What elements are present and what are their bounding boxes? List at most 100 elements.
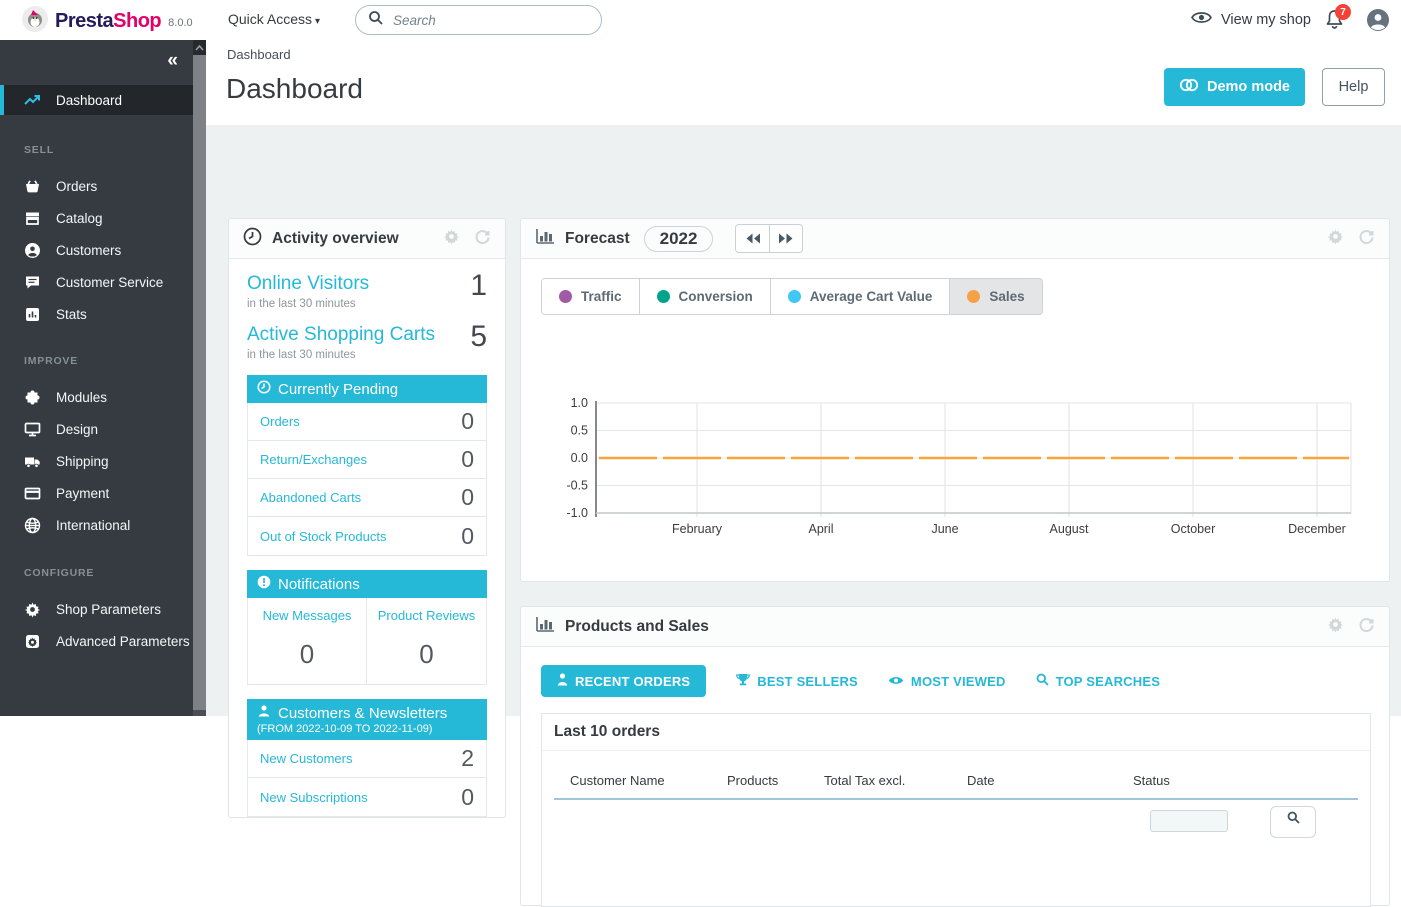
new-customers-row: New Customers 2 — [248, 740, 486, 778]
sidebar-item-shop-parameters[interactable]: Shop Parameters — [0, 593, 193, 625]
column-status: Status — [1133, 773, 1323, 788]
prestashop-bird-icon — [22, 6, 48, 37]
user-avatar-button[interactable] — [1366, 8, 1390, 37]
products-panel-title: Products and Sales — [565, 618, 709, 636]
svg-text:1.0: 1.0 — [571, 396, 588, 410]
sidebar-item-shipping[interactable]: Shipping — [0, 445, 193, 477]
pending-row-out-of-stock: Out of Stock Products 0 — [248, 517, 486, 555]
quick-access-menu[interactable]: Quick Access▾ — [228, 11, 320, 27]
refresh-icon[interactable] — [1358, 228, 1375, 250]
returns-link[interactable]: Return/Exchanges — [260, 452, 367, 467]
svg-text:October: October — [1171, 522, 1215, 536]
online-visitors-stat: Online Visitors in the last 30 minutes 1 — [247, 273, 487, 310]
sidebar-item-dashboard[interactable]: Dashboard — [0, 85, 193, 115]
store-icon — [24, 210, 41, 227]
sidebar: « Dashboard SELL Orders Catalog Customer… — [0, 40, 206, 716]
sidebar-scrollbar[interactable] — [193, 40, 206, 716]
tab-sales[interactable]: Sales — [949, 279, 1041, 314]
credit-card-icon — [24, 485, 41, 502]
new-subscriptions-row: New Subscriptions 0 — [248, 778, 486, 816]
previous-year-button[interactable] — [736, 225, 769, 252]
sidebar-item-advanced-parameters[interactable]: Advanced Parameters — [0, 625, 193, 657]
new-subscriptions-link[interactable]: New Subscriptions — [260, 790, 368, 805]
demo-mode-button[interactable]: Demo mode — [1164, 68, 1305, 106]
active-carts-stat: Active Shopping Carts in the last 30 min… — [247, 324, 487, 361]
pending-list: Orders 0 Return/Exchanges 0 Abandoned Ca… — [247, 403, 487, 556]
settings-gear-icon[interactable] — [1327, 616, 1344, 638]
prestashop-logo[interactable]: PrestaShop 8.0.0 — [22, 6, 193, 37]
sidebar-item-orders[interactable]: Orders — [0, 170, 193, 202]
basket-icon — [24, 178, 41, 195]
sidebar-item-international[interactable]: International — [0, 509, 193, 541]
scrollbar-thumb[interactable] — [193, 55, 206, 710]
online-visitors-value: 1 — [470, 269, 487, 303]
svg-text:December: December — [1288, 522, 1346, 536]
settings-gear-icon[interactable] — [443, 228, 460, 250]
new-customers-link[interactable]: New Customers — [260, 751, 352, 766]
person-icon — [557, 673, 568, 689]
activity-panel-header: Activity overview — [229, 219, 505, 259]
trending-up-icon — [24, 92, 41, 109]
settings-gear-icon[interactable] — [1327, 228, 1344, 250]
puzzle-icon — [24, 389, 41, 406]
sidebar-item-catalog[interactable]: Catalog — [0, 202, 193, 234]
search-box[interactable] — [355, 5, 602, 35]
search-input[interactable] — [393, 13, 573, 28]
sidebar-item-payment[interactable]: Payment — [0, 477, 193, 509]
svg-text:0.0: 0.0 — [571, 451, 588, 465]
version-label: 8.0.0 — [168, 17, 192, 29]
sidebar-item-stats[interactable]: Stats — [0, 298, 193, 330]
tab-average-cart-value[interactable]: Average Cart Value — [770, 279, 950, 314]
section-label-sell: SELL — [24, 144, 54, 156]
online-visitors-link[interactable]: Online Visitors — [247, 273, 487, 295]
products-panel-header: Products and Sales — [521, 607, 1389, 647]
notifications-bell-button[interactable]: 7 — [1325, 9, 1344, 35]
refresh-icon[interactable] — [1358, 616, 1375, 638]
forecast-panel-title: Forecast — [565, 230, 630, 248]
dashboard-widgets-area: Activity overview Online Visitors in the… — [206, 125, 1401, 716]
forecast-panel-header: Forecast 2022 — [521, 219, 1389, 259]
chart-icon — [535, 227, 555, 251]
svg-text:-1.0: -1.0 — [566, 506, 588, 520]
help-button[interactable]: Help — [1322, 68, 1385, 106]
svg-text:August: August — [1050, 522, 1089, 536]
pending-row-returns: Return/Exchanges 0 — [248, 441, 486, 479]
tab-most-viewed[interactable]: MOST VIEWED — [888, 674, 1006, 689]
chat-icon — [24, 274, 41, 291]
demo-mode-icon — [1179, 78, 1199, 96]
order-details-button[interactable] — [1270, 806, 1316, 838]
scrollbar-up-button[interactable] — [193, 40, 206, 55]
svg-text:0.5: 0.5 — [571, 424, 588, 438]
sidebar-item-modules[interactable]: Modules — [0, 381, 193, 413]
abandoned-carts-link[interactable]: Abandoned Carts — [260, 490, 361, 505]
forecast-line-chart: 1.00.50.0-0.5-1.0FebruaryAprilJuneAugust… — [521, 319, 1391, 559]
sidebar-collapse-button[interactable]: « — [167, 50, 178, 72]
column-customer-name: Customer Name — [570, 773, 727, 788]
new-messages-cell[interactable]: New Messages 0 — [248, 598, 367, 684]
pending-clock-icon — [257, 380, 271, 398]
sidebar-item-customer-service[interactable]: Customer Service — [0, 266, 193, 298]
refresh-icon[interactable] — [474, 228, 491, 250]
bar-chart-icon — [24, 306, 41, 323]
page-title: Dashboard — [226, 73, 363, 105]
out-of-stock-link[interactable]: Out of Stock Products — [260, 529, 386, 544]
active-carts-link[interactable]: Active Shopping Carts — [247, 324, 487, 346]
notifications-header: Notifications — [247, 570, 487, 598]
product-reviews-cell[interactable]: Product Reviews 0 — [367, 598, 486, 684]
orders-link[interactable]: Orders — [260, 414, 300, 429]
sidebar-item-customers[interactable]: Customers — [0, 234, 193, 266]
gear-box-icon — [24, 633, 41, 650]
view-my-shop-link[interactable]: View my shop — [1191, 10, 1311, 29]
year-badge: 2022 — [644, 226, 714, 252]
tab-conversion[interactable]: Conversion — [639, 279, 770, 314]
forecast-metric-tabs: Traffic Conversion Average Cart Value Sa… — [541, 278, 1043, 315]
tab-recent-orders[interactable]: RECENT ORDERS — [541, 665, 706, 697]
tab-top-searches[interactable]: TOP SEARCHES — [1036, 673, 1161, 689]
tab-best-sellers[interactable]: BEST SELLERS — [736, 673, 858, 689]
sidebar-item-design[interactable]: Design — [0, 413, 193, 445]
next-year-button[interactable] — [769, 225, 802, 252]
customers-newsletters-header: Customers & Newsletters (FROM 2022-10-09… — [247, 699, 487, 740]
conversion-dot-icon — [657, 290, 670, 303]
tab-traffic[interactable]: Traffic — [542, 279, 639, 314]
search-icon — [1036, 673, 1049, 689]
